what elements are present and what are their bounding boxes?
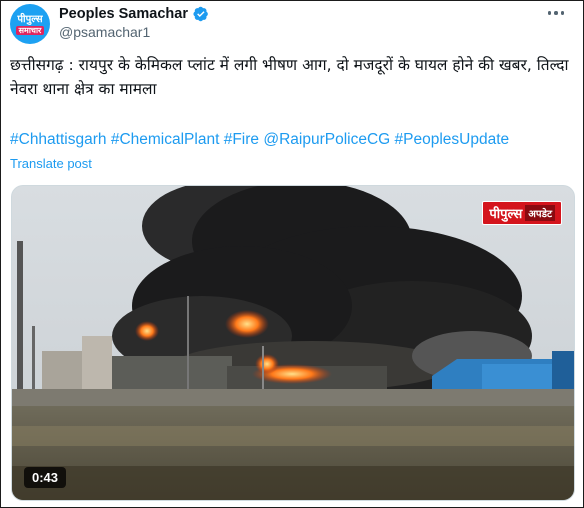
hashtag-link[interactable]: #Fire bbox=[224, 131, 259, 148]
video-frame-image bbox=[12, 186, 574, 500]
author-name-row: Peoples Samachar bbox=[59, 4, 209, 24]
avatar-logo-text: पीपुल्स bbox=[17, 13, 43, 25]
avatar[interactable]: पीपुल्स समाचार bbox=[10, 4, 50, 44]
video-player[interactable]: पीपुल्स अपडेट 0:43 bbox=[11, 185, 575, 501]
avatar-logo-subtext: समाचार bbox=[15, 25, 45, 35]
tweet-text: छत्तीसगढ़ : रायपुर के केमिकल प्लांट में … bbox=[10, 56, 569, 98]
translate-post-link[interactable]: Translate post bbox=[10, 156, 92, 171]
author-handle[interactable]: @psamachar1 bbox=[59, 24, 150, 40]
watermark-main-text: पीपुल्स bbox=[489, 207, 523, 222]
channel-watermark: पीपुल्स अपडेट bbox=[482, 201, 562, 225]
more-options-icon[interactable] bbox=[545, 5, 567, 21]
hashtag-link[interactable]: #Chhattisgarh bbox=[10, 131, 107, 148]
video-duration: 0:43 bbox=[24, 467, 67, 488]
mention-link[interactable]: @RaipurPoliceCG bbox=[263, 131, 390, 148]
verified-badge-icon bbox=[193, 6, 208, 22]
hashtag-link[interactable]: #PeoplesUpdate bbox=[395, 131, 510, 148]
tweet-card: पीपुल्स समाचार Peoples Samachar @psamach… bbox=[0, 0, 584, 508]
hashtag-row: #Chhattisgarh #ChemicalPlant #Fire @Raip… bbox=[10, 129, 580, 151]
watermark-sub-text: अपडेट bbox=[525, 205, 555, 221]
hashtag-link[interactable]: #ChemicalPlant bbox=[111, 131, 220, 148]
author-display-name[interactable]: Peoples Samachar bbox=[59, 6, 188, 22]
